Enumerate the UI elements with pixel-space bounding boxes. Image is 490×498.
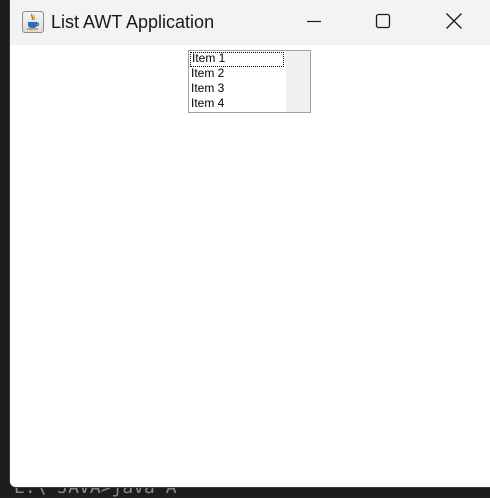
window-title: List AWT Application (51, 12, 215, 32)
title-bar[interactable]: List AWT Application (10, 0, 490, 45)
app-window: List AWT Application Item 1 Item 2 Item … (10, 0, 490, 487)
list-items: Item 1 Item 2 Item 3 Item 4 (189, 51, 286, 112)
minimize-icon (306, 13, 322, 33)
close-button[interactable] (431, 0, 477, 45)
java-cup-icon (22, 11, 44, 33)
list-item-4[interactable]: Item 4 (190, 97, 284, 112)
client-area: Item 1 Item 2 Item 3 Item 4 (10, 45, 490, 487)
list-item-3[interactable]: Item 3 (190, 82, 284, 97)
maximize-icon (375, 13, 391, 33)
list-item-1[interactable]: Item 1 (190, 52, 284, 67)
item-list[interactable]: Item 1 Item 2 Item 3 Item 4 (188, 50, 311, 113)
list-scrollbar[interactable] (286, 51, 310, 112)
list-item-2[interactable]: Item 2 (190, 67, 284, 82)
maximize-button[interactable] (360, 0, 406, 45)
minimize-button[interactable] (291, 0, 337, 45)
close-icon (445, 12, 463, 34)
